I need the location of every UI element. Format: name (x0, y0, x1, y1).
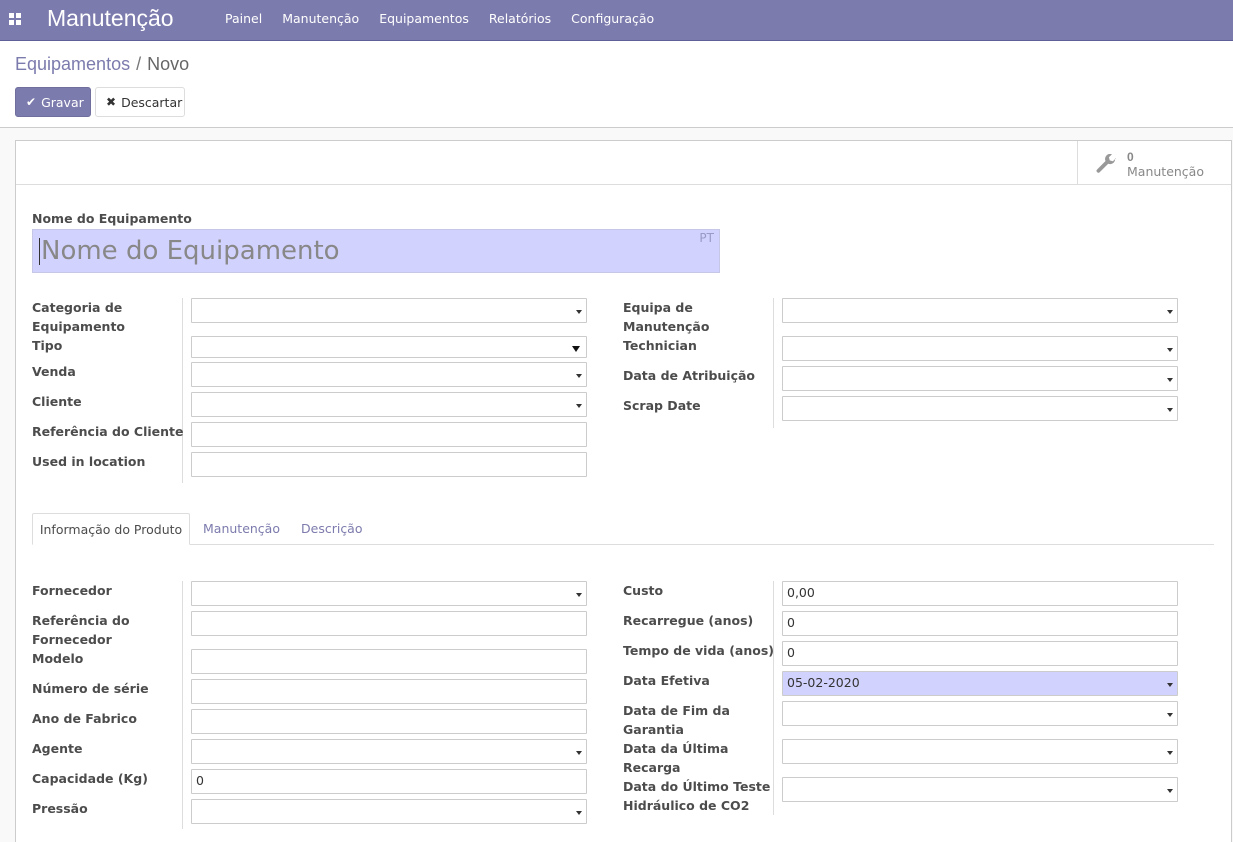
pressure-select[interactable] (191, 799, 587, 824)
app-title: Manutenção (47, 5, 174, 31)
cost-input[interactable]: 0,00 (782, 581, 1178, 606)
vendor-select[interactable] (191, 581, 587, 606)
technician-select[interactable] (782, 336, 1178, 361)
lifetime-input[interactable]: 0 (782, 641, 1178, 666)
wrench-icon (1096, 154, 1117, 173)
agent-label: Agente (32, 741, 83, 756)
vendor-label: Fornecedor (32, 583, 112, 598)
sale-select[interactable] (191, 362, 587, 387)
recharge-input[interactable]: 0 (782, 611, 1178, 636)
close-icon: ✖ (106, 95, 117, 109)
model-label: Modelo (32, 651, 84, 666)
button-box: 0 Manutenção (16, 141, 1231, 185)
equipment-name-placeholder: Nome do Equipamento (41, 236, 340, 266)
assign-date-label: Data de Atribuição (623, 368, 756, 383)
effective-date-input[interactable]: 05-02-2020 (782, 671, 1178, 696)
type-label: Tipo (32, 338, 63, 353)
customer-ref-input[interactable] (191, 422, 587, 447)
type-select[interactable] (191, 336, 587, 358)
language-badge[interactable]: PT (699, 231, 714, 245)
capacity-label: Capacidade (Kg) (32, 771, 148, 786)
team-label: Equipa de Manutenção (623, 300, 710, 334)
technician-label: Technician (623, 338, 697, 353)
discard-button[interactable]: ✖ Descartar (95, 87, 185, 117)
tab-product-info[interactable]: Informação do Produto (32, 513, 190, 545)
group-separator (182, 298, 183, 483)
main-menu: Painel Manutenção Equipamentos Relatório… (215, 0, 664, 41)
location-input[interactable] (191, 452, 587, 477)
menu-item-manutencao[interactable]: Manutenção (272, 0, 369, 41)
location-label: Used in location (32, 454, 146, 469)
last-test-label: Data do Último Teste Hidráulico de CO2 (623, 779, 771, 813)
group-separator (182, 581, 183, 829)
breadcrumb-current: Novo (147, 54, 190, 74)
category-select[interactable] (191, 298, 587, 323)
tab-maintenance[interactable]: Manutenção (203, 513, 280, 545)
team-select[interactable] (782, 298, 1178, 323)
vendor-ref-input[interactable] (191, 611, 587, 636)
apps-menu-icon[interactable] (9, 13, 21, 25)
customer-select[interactable] (191, 392, 587, 417)
warranty-end-input[interactable] (782, 701, 1178, 726)
equipment-name-label: Nome do Equipamento (32, 211, 192, 226)
equipment-name-input[interactable]: Nome do Equipamento PT (32, 229, 720, 273)
breadcrumb-parent[interactable]: Equipamentos (15, 54, 130, 74)
check-icon: ✔ (26, 95, 37, 109)
save-button[interactable]: ✔ Gravar (15, 87, 91, 117)
assign-date-input[interactable] (782, 366, 1178, 391)
recharge-label: Recarregue (anos) (623, 613, 754, 628)
model-input[interactable] (191, 649, 587, 674)
top-navbar: Manutenção Painel Manutenção Equipamento… (0, 0, 1233, 41)
serial-label: Número de série (32, 681, 149, 696)
group-separator (773, 581, 774, 815)
cost-label: Custo (623, 583, 664, 598)
capacity-input[interactable]: 0 (191, 769, 587, 794)
last-recharge-label: Data da Última Recarga (623, 741, 729, 775)
last-test-input[interactable] (782, 777, 1178, 802)
discard-button-label: Descartar (121, 94, 183, 110)
sale-label: Venda (32, 364, 76, 379)
form-sheet: 0 Manutenção Nome do Equipamento Nome do… (15, 140, 1232, 842)
year-input[interactable] (191, 709, 587, 734)
year-label: Ano de Fabrico (32, 711, 137, 726)
scrap-date-label: Scrap Date (623, 398, 701, 413)
warranty-end-label: Data de Fim da Garantia (623, 703, 730, 737)
tab-description[interactable]: Descrição (301, 513, 363, 545)
breadcrumb: Equipamentos / Novo (15, 54, 189, 75)
maintenance-stat-button[interactable]: 0 Manutenção (1077, 141, 1231, 184)
menu-item-configuracao[interactable]: Configuração (561, 0, 664, 41)
breadcrumb-separator: / (136, 54, 142, 74)
maintenance-stat-label: Manutenção (1127, 164, 1204, 179)
maintenance-count: 0 (1127, 150, 1134, 164)
text-cursor (39, 238, 40, 265)
agent-select[interactable] (191, 739, 587, 764)
menu-item-painel[interactable]: Painel (215, 0, 272, 41)
effective-date-label: Data Efetiva (623, 673, 710, 688)
last-recharge-input[interactable] (782, 739, 1178, 764)
group-separator (773, 298, 774, 428)
menu-item-equipamentos[interactable]: Equipamentos (369, 0, 479, 41)
customer-ref-label: Referência do Cliente (32, 424, 184, 439)
serial-input[interactable] (191, 679, 587, 704)
customer-label: Cliente (32, 394, 82, 409)
scrap-date-input[interactable] (782, 396, 1178, 421)
pressure-label: Pressão (32, 801, 88, 816)
menu-item-relatorios[interactable]: Relatórios (479, 0, 561, 41)
category-label: Categoria de Equipamento (32, 300, 126, 334)
vendor-ref-label: Referência do Fornecedor (32, 613, 130, 647)
save-button-label: Gravar (41, 94, 84, 110)
lifetime-label: Tempo de vida (anos) (623, 643, 774, 658)
